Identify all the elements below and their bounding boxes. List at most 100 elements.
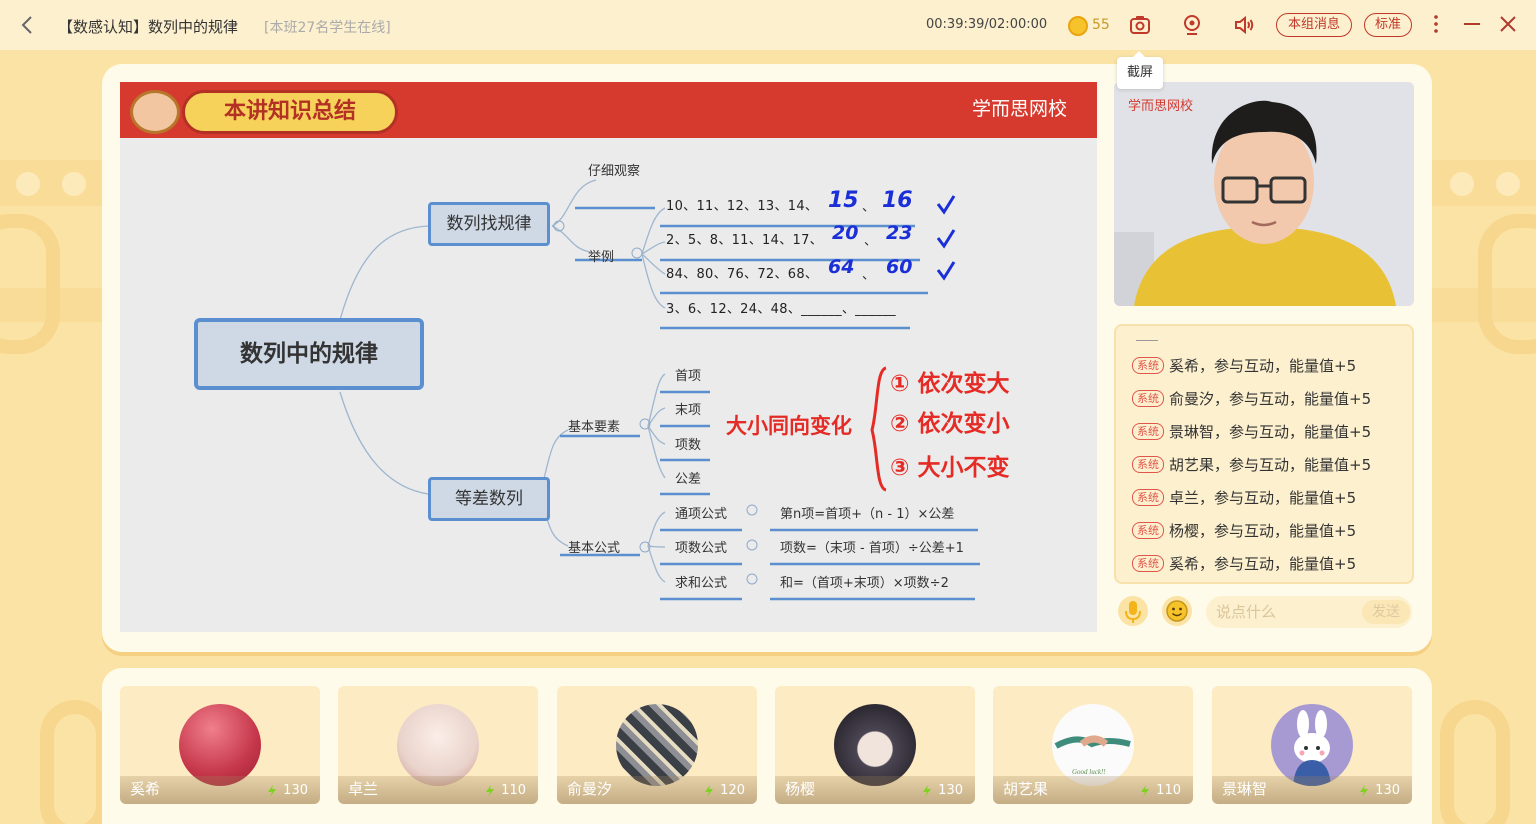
screenshot-tooltip: 截屏	[1117, 51, 1163, 89]
slide-header: 本讲知识总结 学而思网校	[120, 82, 1097, 138]
mindmap-count-formula: 项数公式	[675, 541, 728, 556]
course-title: 【数感认知】数列中的规律	[58, 18, 239, 36]
answer-separator: 、	[864, 234, 878, 249]
teacher-video: 学而思网校	[1114, 82, 1414, 306]
avatar	[1271, 704, 1353, 786]
chevron-left-icon	[21, 16, 32, 34]
student-energy: 120	[704, 783, 745, 798]
student-name: 奚希	[130, 780, 161, 798]
quality-button[interactable]: 标准	[1364, 13, 1412, 37]
background-dot	[62, 172, 86, 196]
avatar: Good luck!!	[1052, 704, 1134, 786]
teacher-image	[1114, 82, 1414, 306]
sequence-3: 84、80、76、72、68、	[666, 267, 819, 282]
energy-value: 130	[938, 783, 963, 798]
top-bar: 【数感认知】数列中的规律 [本班27名学生在线] 00:39:39/02:00:…	[0, 0, 1536, 50]
send-button[interactable]: 发送	[1362, 600, 1410, 624]
lightning-icon	[705, 784, 714, 797]
system-tag: 系统	[1132, 522, 1164, 539]
chat-message: 系统 奚希，参与互动，能量值+5	[1132, 355, 1356, 376]
sequence-1: 10、11、12、13、14、	[666, 199, 819, 214]
handwritten-answer: 23	[886, 222, 913, 244]
more-button[interactable]	[1424, 12, 1448, 36]
student-card[interactable]: 奚希 130	[120, 686, 320, 804]
microphone-button[interactable]	[1118, 596, 1148, 626]
handwritten-answer: 64	[828, 256, 855, 278]
chat-message: 系统 胡艺果，参与互动，能量值+5	[1132, 454, 1371, 475]
student-name: 俞曼汐	[567, 780, 613, 798]
background-dot	[1496, 172, 1520, 196]
mindmap-branch-pattern: 数列找规律	[428, 202, 550, 246]
energy-value: 120	[720, 783, 745, 798]
background-ring	[40, 700, 110, 824]
more-vertical-icon	[1434, 15, 1438, 33]
lightning-icon	[268, 784, 277, 797]
chat-message-text: 胡艺果，参与互动，能量值+5	[1169, 456, 1372, 474]
mindmap-sum-formula: 求和公式	[675, 576, 728, 591]
mindmap-basic-elements: 基本要素	[568, 420, 621, 435]
energy-value: 130	[283, 783, 308, 798]
monkey-mascot-icon	[130, 90, 180, 134]
avatar-caption: Good luck!!	[1072, 768, 1106, 776]
system-tag: 系统	[1132, 390, 1164, 407]
student-card[interactable]: 俞曼汐 120	[557, 686, 757, 804]
mindmap-basic-formula: 基本公式	[568, 541, 621, 556]
bunny-image	[1293, 710, 1331, 786]
energy-value: 130	[1375, 783, 1400, 798]
student-energy: 130	[922, 783, 963, 798]
avatar	[179, 704, 261, 786]
webcam-icon	[1184, 15, 1200, 35]
system-tag: 系统	[1132, 423, 1164, 440]
student-energy: 130	[267, 783, 308, 798]
mindmap-observe: 仔细观察	[588, 164, 641, 179]
screenshot-button[interactable]	[1128, 13, 1152, 37]
chat-message-text: 奚希，参与互动，能量值+5	[1169, 555, 1357, 573]
minimize-icon	[1464, 23, 1480, 25]
student-card[interactable]: 杨樱 130	[775, 686, 975, 804]
video-brand: 学而思网校	[1128, 99, 1194, 114]
checkmark-icon	[936, 229, 956, 249]
class-timer: 00:39:39/02:00:00	[926, 17, 1048, 32]
sequence-2: 2、5、8、11、14、17、	[666, 233, 823, 248]
group-messages-button[interactable]: 本组消息	[1276, 13, 1352, 37]
system-tag: 系统	[1132, 555, 1164, 572]
checkmark-icon	[936, 261, 956, 281]
chat-panel: 系统 奚希，参与互动，能量值+5 系统 俞曼汐，参与互动，能量值+5 系统 景琳智，参…	[1114, 324, 1414, 584]
lightning-icon	[1360, 784, 1369, 797]
handwritten-answer: 16	[882, 188, 913, 213]
hands-image: Good luck!!	[1054, 735, 1131, 776]
camera-toggle-button[interactable]	[1180, 13, 1204, 37]
coin-icon	[1068, 16, 1088, 36]
energy-value: 110	[1156, 783, 1181, 798]
chat-message-text: 杨樱，参与互动，能量值+5	[1169, 522, 1357, 540]
minimize-button[interactable]	[1460, 12, 1484, 36]
student-card[interactable]: Good luck!! 胡艺果 110	[993, 686, 1193, 804]
mindmap-branch-arithmetic: 等差数列	[428, 477, 550, 521]
system-tag: 系统	[1132, 489, 1164, 506]
answer-separator: 、	[862, 268, 876, 283]
volume-button[interactable]	[1232, 13, 1256, 37]
mindmap-example: 举例	[588, 250, 615, 265]
chat-message-text: 卓兰，参与互动，能量值+5	[1169, 489, 1357, 507]
student-card[interactable]: 景琳智 130	[1212, 686, 1412, 804]
chat-message-text: 俞曼汐，参与互动，能量值+5	[1169, 390, 1372, 408]
lightning-icon	[923, 784, 932, 797]
mindmap-first-term: 首项	[675, 369, 702, 384]
back-button[interactable]	[16, 13, 40, 37]
emoji-button[interactable]	[1162, 596, 1192, 626]
mindmap-root: 数列中的规律	[194, 318, 424, 390]
student-card[interactable]: 卓兰 110	[338, 686, 538, 804]
avatar	[834, 704, 916, 786]
mindmap-general-formula: 通项公式	[675, 507, 728, 522]
background-ring	[0, 214, 60, 354]
chat-message: 系统 杨樱，参与互动，能量值+5	[1132, 520, 1356, 541]
chat-divider	[1136, 340, 1158, 341]
handwritten-note: ① 依次变大	[890, 371, 1010, 397]
handwritten-answer: 15	[828, 188, 859, 213]
chat-message: 系统 卓兰，参与互动，能量值+5	[1132, 487, 1356, 508]
student-name: 杨樱	[785, 780, 816, 798]
mindmap-last-term: 末项	[675, 403, 702, 418]
speaker-icon	[1235, 15, 1254, 35]
close-button[interactable]	[1496, 12, 1520, 36]
sequence-4: 3、6、12、24、48、______、______	[666, 302, 896, 317]
